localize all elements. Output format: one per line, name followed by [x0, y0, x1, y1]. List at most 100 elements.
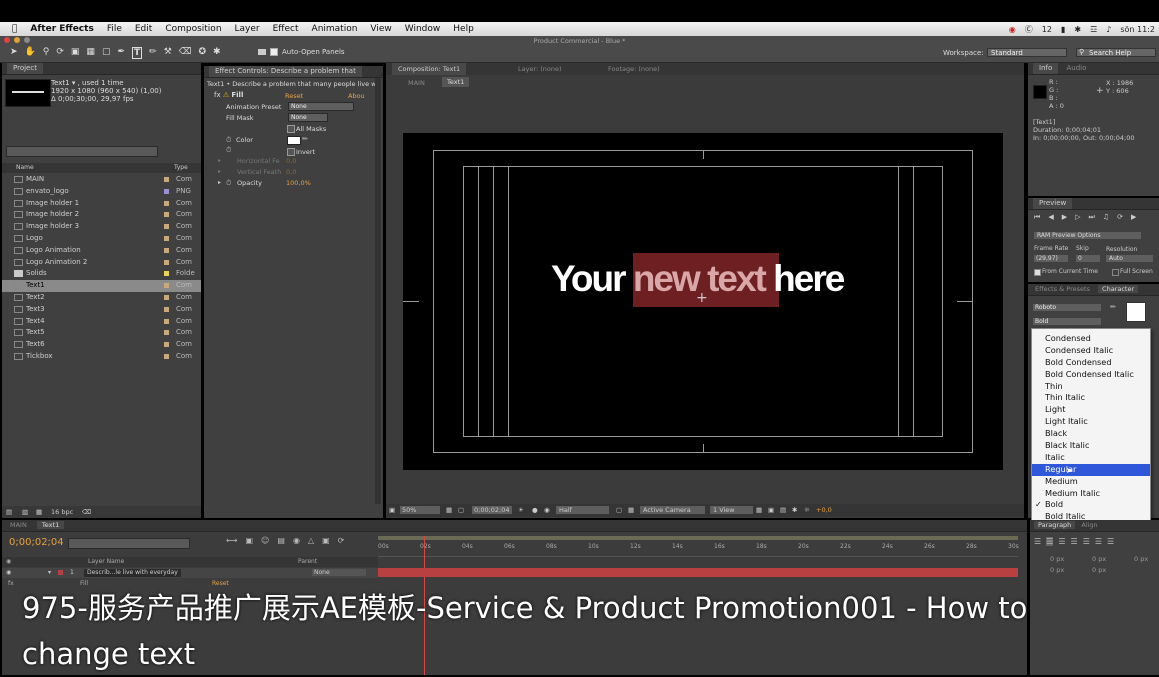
space-after-value[interactable]: 0 px	[1092, 566, 1106, 574]
menu-view[interactable]: View	[370, 24, 391, 34]
project-list-item[interactable]: Tickbox Com	[2, 351, 201, 363]
notification-count[interactable]: 12	[1042, 25, 1052, 34]
live-update-icon[interactable]: ⟳	[338, 536, 345, 545]
graph-editor-icon[interactable]: △	[308, 536, 314, 545]
fill-effect-row[interactable]: fx ⚠ Fill	[214, 91, 243, 99]
tab-effect-controls[interactable]: Effect Controls: Describe a problem that	[209, 66, 362, 77]
project-list-item[interactable]: Text1 Com	[2, 280, 201, 292]
exposure-icon[interactable]: ☼	[804, 504, 810, 517]
style-option[interactable]: Thin Italic	[1032, 392, 1150, 404]
animation-preset-select[interactable]: None	[288, 102, 354, 111]
fill-mask-select[interactable]: None	[288, 113, 328, 122]
style-option[interactable]: Italic	[1032, 452, 1150, 464]
invert-stopwatch-icon[interactable]: ⏱	[226, 146, 231, 155]
snapshot-icon[interactable]: ☀	[518, 504, 524, 517]
align-center-icon[interactable]: ☰	[1046, 537, 1054, 546]
layer-label-color[interactable]	[58, 570, 63, 575]
label-color-swatch[interactable]	[164, 283, 169, 289]
tab-paragraph[interactable]: Paragraph	[1034, 521, 1076, 529]
type-tool-icon[interactable]: T	[132, 47, 143, 59]
composition-viewer[interactable]: Your new text here +	[403, 133, 1003, 470]
fast-preview-icon[interactable]: ▣	[768, 504, 774, 517]
column-name[interactable]: Name	[16, 163, 34, 173]
menu-help[interactable]: Help	[453, 24, 474, 34]
play-icon[interactable]: ▶	[1062, 213, 1067, 222]
roto-tool-icon[interactable]: ✪	[199, 47, 207, 59]
grid-icon[interactable]: ▦	[446, 504, 452, 517]
label-color-swatch[interactable]	[164, 318, 169, 324]
label-color-swatch[interactable]	[164, 200, 169, 206]
layer-twirl-icon[interactable]: ▾	[48, 568, 51, 578]
bpc-label[interactable]: 16 bpc	[51, 506, 73, 518]
tab-layer[interactable]: Layer: (none)	[518, 63, 562, 75]
project-list-item[interactable]: Solids Folde	[2, 268, 201, 280]
full-screen-checkbox[interactable]	[1112, 269, 1119, 276]
camera-tool-icon[interactable]: ▣	[71, 47, 80, 59]
h-feather-twirl-icon[interactable]: ▸	[218, 157, 221, 164]
timeline-icon[interactable]: ▤	[780, 504, 786, 517]
camera-select[interactable]: Active Camera	[640, 506, 705, 514]
style-option[interactable]: Condensed	[1032, 333, 1150, 345]
visibility-eye-icon[interactable]: ◉	[6, 568, 11, 578]
fill-color-swatch[interactable]	[1126, 302, 1146, 322]
time-ruler[interactable]: 00s 02s 04s 06s 08s 10s 12s 14s 16s 18s 20s 22s 24s 2…	[378, 536, 1019, 557]
project-list-item[interactable]: Text6 Com	[2, 339, 201, 351]
style-option[interactable]: Black Italic	[1032, 440, 1150, 452]
label-color-swatch[interactable]	[164, 306, 169, 312]
menu-window[interactable]: Window	[405, 24, 441, 34]
brainstorm-icon[interactable]: ▣	[322, 536, 330, 545]
justify-right-icon[interactable]: ☰	[1095, 537, 1102, 546]
project-list-item[interactable]: Logo Animation Com	[2, 245, 201, 257]
tab-composition[interactable]: Composition: Text1	[392, 63, 467, 75]
fill-reset-link[interactable]: Reset	[285, 92, 303, 100]
label-color-swatch[interactable]	[164, 212, 169, 218]
workspace-select[interactable]: Standard	[987, 48, 1067, 57]
project-list-item[interactable]: Text2 Com	[2, 292, 201, 304]
layer-name-column[interactable]: Layer Name	[88, 557, 124, 567]
v-feather-value[interactable]: 0,0	[286, 168, 296, 176]
effect-controls-scrollbar[interactable]	[375, 78, 381, 504]
style-option[interactable]: Black	[1032, 428, 1150, 440]
draft-3d-icon[interactable]: ▣	[245, 536, 253, 545]
new-comp-icon[interactable]: ▦	[36, 506, 42, 518]
puppet-tool-icon[interactable]: ✱	[213, 47, 221, 59]
justify-center-icon[interactable]: ☰	[1083, 537, 1090, 546]
label-color-swatch[interactable]	[164, 271, 169, 277]
indent-right-value[interactable]: 0 px	[1092, 555, 1106, 563]
loop-icon[interactable]: ⟳	[1117, 213, 1123, 222]
view-layout-select[interactable]: 1 View	[710, 506, 753, 514]
style-option[interactable]: Condensed Italic	[1032, 345, 1150, 357]
project-list-item[interactable]: Logo Com	[2, 233, 201, 245]
indent-first-value[interactable]: 0 px	[1134, 555, 1148, 563]
transparency-grid-icon[interactable]: ▦	[628, 504, 634, 517]
tab-info[interactable]: Info	[1033, 63, 1059, 74]
opacity-stopwatch-icon[interactable]: ⏱	[226, 179, 231, 188]
label-color-swatch[interactable]	[164, 342, 169, 348]
skip-select[interactable]: 0	[1076, 255, 1100, 262]
tab-timeline-main[interactable]: MAIN	[10, 521, 27, 529]
zoom-select[interactable]: 50%	[400, 506, 440, 514]
parent-select[interactable]: None	[312, 569, 366, 576]
clone-tool-icon[interactable]: ⚒	[164, 47, 172, 59]
brush-tool-icon[interactable]: ✏	[149, 47, 157, 59]
project-list-item[interactable]: Image holder 3 Com	[2, 221, 201, 233]
label-color-swatch[interactable]	[164, 188, 169, 194]
project-list-item[interactable]: Text5 Com	[2, 327, 201, 339]
fill-about-link[interactable]: Abou	[348, 92, 365, 100]
battery-icon[interactable]: ▮	[1061, 25, 1065, 34]
fx-icon[interactable]: fx	[214, 91, 221, 99]
font-family-select[interactable]: Roboto	[1033, 304, 1101, 311]
justify-all-icon[interactable]: ☰	[1107, 537, 1114, 546]
invert-checkbox[interactable]	[287, 148, 295, 156]
h-feather-value[interactable]: 0,0	[286, 157, 296, 165]
style-option[interactable]: Thin	[1032, 381, 1150, 393]
eyedropper-icon[interactable]: ✏	[1110, 303, 1116, 311]
project-list-item[interactable]: envato_logo PNG	[2, 186, 201, 198]
volume-icon[interactable]: ♪	[1106, 25, 1111, 34]
tab-project[interactable]: Project	[7, 63, 43, 74]
style-option[interactable]: Light	[1032, 404, 1150, 416]
label-color-swatch[interactable]	[164, 353, 169, 359]
project-list-item[interactable]: Text4 Com	[2, 316, 201, 328]
label-color-swatch[interactable]	[164, 294, 169, 300]
menu-edit[interactable]: Edit	[135, 24, 152, 34]
